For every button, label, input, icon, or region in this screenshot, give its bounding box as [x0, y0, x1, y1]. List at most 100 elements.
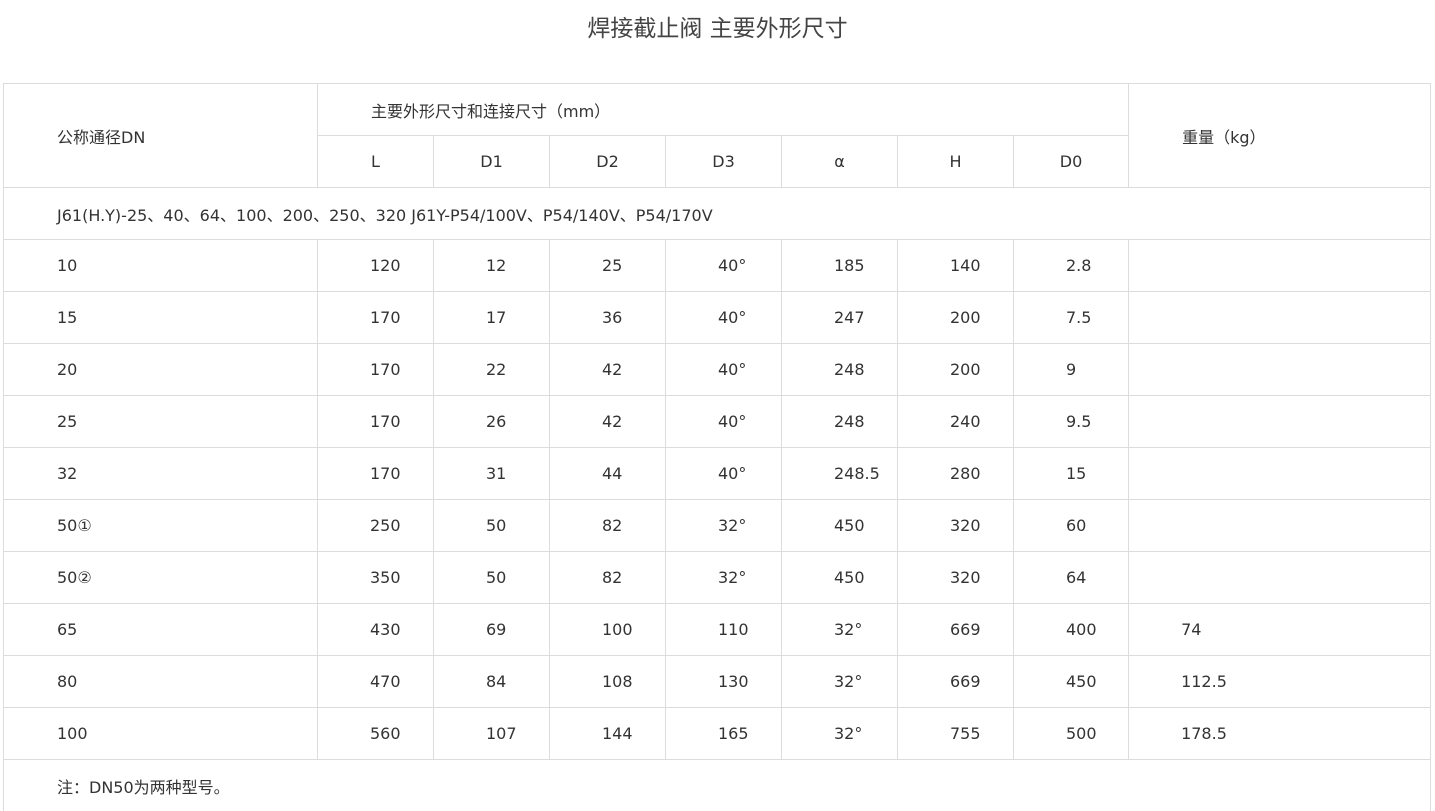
- value-cell: 32°: [782, 604, 898, 656]
- value-cell: 178.5: [1129, 708, 1431, 760]
- value-cell: 9.5: [1014, 396, 1129, 448]
- value-cell: 64: [1014, 552, 1129, 604]
- value-cell: 100: [550, 604, 666, 656]
- column-header-alpha: α: [782, 136, 898, 188]
- value-cell: 247: [782, 292, 898, 344]
- value-cell: 450: [782, 552, 898, 604]
- value-cell: 240: [898, 396, 1014, 448]
- value-cell: 450: [1014, 656, 1129, 708]
- table-row: 32170314440°248.528015: [4, 448, 1431, 500]
- dn-cell: 32: [4, 448, 318, 500]
- value-cell: 669: [898, 656, 1014, 708]
- dn-cell: 25: [4, 396, 318, 448]
- table-row: 20170224240°2482009: [4, 344, 1431, 396]
- value-cell: 200: [898, 292, 1014, 344]
- value-cell: 120: [318, 240, 434, 292]
- value-cell: 31: [434, 448, 550, 500]
- value-cell: 50: [434, 500, 550, 552]
- dimension-group-header: 主要外形尺寸和连接尺寸（mm）: [318, 84, 1129, 136]
- dn-cell: 15: [4, 292, 318, 344]
- value-cell: 500: [1014, 708, 1129, 760]
- value-cell: 320: [898, 552, 1014, 604]
- value-cell: [1129, 396, 1431, 448]
- column-header-d1: D1: [434, 136, 550, 188]
- value-cell: 170: [318, 448, 434, 500]
- value-cell: 755: [898, 708, 1014, 760]
- value-cell: 470: [318, 656, 434, 708]
- value-cell: 108: [550, 656, 666, 708]
- table-row: 654306910011032°66940074: [4, 604, 1431, 656]
- value-cell: 170: [318, 292, 434, 344]
- value-cell: 200: [898, 344, 1014, 396]
- value-cell: 42: [550, 396, 666, 448]
- value-cell: 7.5: [1014, 292, 1129, 344]
- value-cell: 107: [434, 708, 550, 760]
- table-row: 10120122540°1851402.8: [4, 240, 1431, 292]
- value-cell: 112.5: [1129, 656, 1431, 708]
- header-row-1: 公称通径DN 主要外形尺寸和连接尺寸（mm） 重量（kg）: [4, 84, 1431, 136]
- value-cell: 32°: [782, 656, 898, 708]
- value-cell: [1129, 292, 1431, 344]
- weight-header: 重量（kg）: [1129, 84, 1431, 188]
- value-cell: 170: [318, 396, 434, 448]
- table-row: 25170264240°2482409.5: [4, 396, 1431, 448]
- value-cell: 32°: [666, 500, 782, 552]
- column-header-l: L: [318, 136, 434, 188]
- table-row: 15170173640°2472007.5: [4, 292, 1431, 344]
- model-line: J61(H.Y)-25、40、64、100、200、250、320 J61Y-P…: [4, 188, 1431, 240]
- dn-cell: 100: [4, 708, 318, 760]
- value-cell: 82: [550, 552, 666, 604]
- value-cell: 42: [550, 344, 666, 396]
- column-header-d0: D0: [1014, 136, 1129, 188]
- value-cell: 9: [1014, 344, 1129, 396]
- value-cell: 248.5: [782, 448, 898, 500]
- column-header-h: H: [898, 136, 1014, 188]
- value-cell: 84: [434, 656, 550, 708]
- value-cell: 40°: [666, 344, 782, 396]
- value-cell: 32°: [782, 708, 898, 760]
- value-cell: 450: [782, 500, 898, 552]
- value-cell: 350: [318, 552, 434, 604]
- column-header-d2: D2: [550, 136, 666, 188]
- value-cell: 25: [550, 240, 666, 292]
- value-cell: 44: [550, 448, 666, 500]
- value-cell: 185: [782, 240, 898, 292]
- value-cell: 170: [318, 344, 434, 396]
- value-cell: 15: [1014, 448, 1129, 500]
- value-cell: 17: [434, 292, 550, 344]
- dn-header: 公称通径DN: [4, 84, 318, 188]
- value-cell: 40°: [666, 448, 782, 500]
- dimension-table: 公称通径DN 主要外形尺寸和连接尺寸（mm） 重量（kg） L D1 D2 D3…: [3, 83, 1431, 811]
- value-cell: 50: [434, 552, 550, 604]
- value-cell: 40°: [666, 240, 782, 292]
- value-cell: [1129, 448, 1431, 500]
- value-cell: 430: [318, 604, 434, 656]
- value-cell: [1129, 552, 1431, 604]
- page-title: 焊接截止阀 主要外形尺寸: [0, 13, 1435, 45]
- dn-cell: 50②: [4, 552, 318, 604]
- dn-cell: 50①: [4, 500, 318, 552]
- value-cell: 40°: [666, 292, 782, 344]
- value-cell: 69: [434, 604, 550, 656]
- value-cell: 320: [898, 500, 1014, 552]
- value-cell: [1129, 240, 1431, 292]
- value-cell: 12: [434, 240, 550, 292]
- model-row: J61(H.Y)-25、40、64、100、200、250、320 J61Y-P…: [4, 188, 1431, 240]
- value-cell: 248: [782, 344, 898, 396]
- table-row: 50①250508232°45032060: [4, 500, 1431, 552]
- table-row: 10056010714416532°755500178.5: [4, 708, 1431, 760]
- table-row: 50②350508232°45032064: [4, 552, 1431, 604]
- value-cell: 2.8: [1014, 240, 1129, 292]
- value-cell: 40°: [666, 396, 782, 448]
- value-cell: [1129, 344, 1431, 396]
- value-cell: 250: [318, 500, 434, 552]
- dn-cell: 65: [4, 604, 318, 656]
- value-cell: 144: [550, 708, 666, 760]
- dn-cell: 10: [4, 240, 318, 292]
- value-cell: 82: [550, 500, 666, 552]
- value-cell: 36: [550, 292, 666, 344]
- value-cell: 32°: [666, 552, 782, 604]
- value-cell: 560: [318, 708, 434, 760]
- value-cell: 22: [434, 344, 550, 396]
- value-cell: 74: [1129, 604, 1431, 656]
